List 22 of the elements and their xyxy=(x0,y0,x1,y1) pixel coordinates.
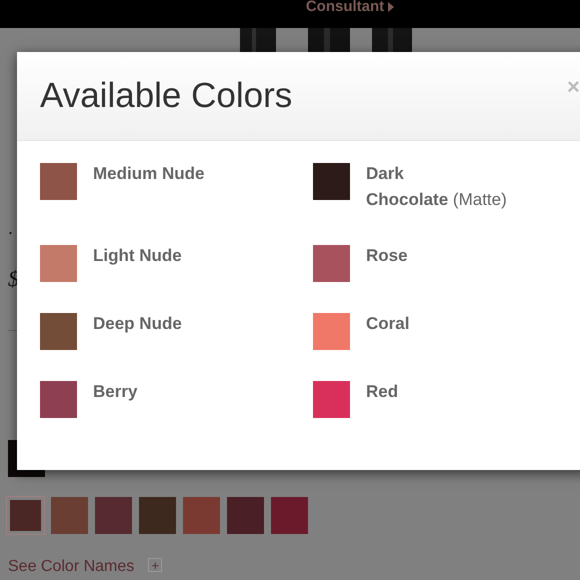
color-name: Red xyxy=(366,381,398,403)
shade-swatch[interactable] xyxy=(183,497,220,534)
close-button[interactable]: × xyxy=(567,74,580,100)
see-color-names-link[interactable]: See Color Names xyxy=(8,558,134,576)
color-name: Coral xyxy=(366,313,410,335)
shade-swatch[interactable] xyxy=(95,497,132,534)
expand-button[interactable]: + xyxy=(148,558,162,572)
shade-swatch[interactable] xyxy=(7,497,44,534)
color-name: Medium Nude xyxy=(93,163,204,185)
shade-swatch[interactable] xyxy=(271,497,308,534)
shade-swatch[interactable] xyxy=(51,497,88,534)
page-text: . xyxy=(8,218,14,239)
shade-swatch[interactable] xyxy=(227,497,264,534)
shade-swatch[interactable] xyxy=(139,497,176,534)
color-name: Berry xyxy=(93,381,138,403)
dialog-title: Available Colors xyxy=(40,76,292,116)
color-name: Deep Nude xyxy=(93,313,182,335)
consultant-link[interactable]: Consultant xyxy=(306,0,394,14)
color-name: Rose xyxy=(366,245,408,267)
color-name: Light Nude xyxy=(93,245,182,267)
color-name: Dark Chocolate (Matte) xyxy=(366,163,508,211)
caret-icon xyxy=(388,2,394,12)
